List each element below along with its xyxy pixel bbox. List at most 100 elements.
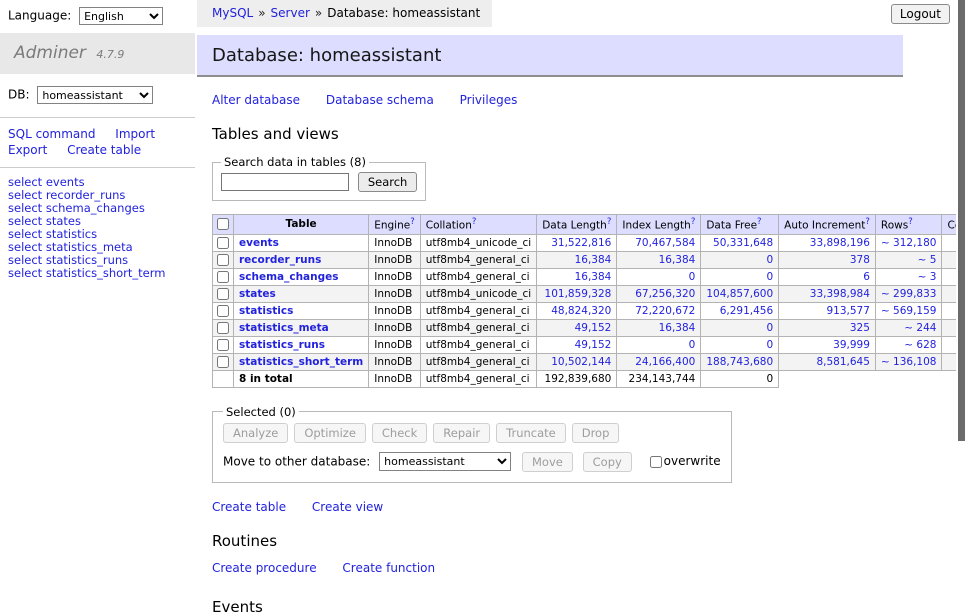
data-free-link[interactable]: 104,857,600: [706, 288, 773, 300]
breadcrumb-mysql-link[interactable]: MySQL: [212, 6, 253, 20]
move-button[interactable]: Move: [522, 452, 573, 472]
row-checkbox[interactable]: [217, 339, 229, 351]
column-help-link[interactable]: ?: [472, 217, 477, 227]
index-length-link[interactable]: 24,166,400: [635, 356, 695, 368]
data-length-link[interactable]: 16,384: [575, 254, 612, 266]
data-free-link[interactable]: 0: [766, 339, 773, 351]
row-checkbox[interactable]: [217, 356, 229, 368]
sidebar-table-link[interactable]: select recorder_runs: [8, 188, 125, 202]
table-name-link[interactable]: statistics_runs: [239, 339, 325, 351]
search-button[interactable]: Search: [358, 172, 418, 192]
overwrite-checkbox[interactable]: [650, 456, 662, 468]
analyze-button[interactable]: Analyze: [223, 423, 288, 443]
row-checkbox[interactable]: [217, 271, 229, 283]
rows-link[interactable]: ~ 312,180: [881, 237, 937, 249]
table-name-link[interactable]: statistics: [239, 305, 293, 317]
data-length-link[interactable]: 101,859,328: [545, 288, 612, 300]
auto-increment-link[interactable]: 6: [863, 271, 870, 283]
rows-link[interactable]: ~ 136,108: [881, 356, 937, 368]
sidebar-table-link[interactable]: select statistics: [8, 227, 97, 241]
rows-link[interactable]: ~ 628: [904, 339, 936, 351]
check-button[interactable]: Check: [372, 423, 427, 443]
rows-link[interactable]: ~ 5: [918, 254, 937, 266]
data-length-link[interactable]: 49,152: [575, 322, 612, 334]
column-help-link[interactable]: ?: [410, 217, 415, 227]
create-table-link[interactable]: Create table: [212, 500, 286, 514]
data-length-link[interactable]: 16,384: [575, 271, 612, 283]
column-help-link[interactable]: ?: [865, 217, 870, 227]
data-length-link[interactable]: 48,824,320: [551, 305, 611, 317]
sidebar-table-link[interactable]: select schema_changes: [8, 201, 145, 215]
column-help-link[interactable]: ?: [908, 217, 913, 227]
data-length-link[interactable]: 31,522,816: [551, 237, 611, 249]
auto-increment-link[interactable]: 913,577: [827, 305, 870, 317]
select-all-checkbox[interactable]: [217, 218, 229, 230]
create-view-link[interactable]: Create view: [312, 500, 383, 514]
table-name-link[interactable]: statistics_short_term: [239, 356, 363, 368]
rows-link[interactable]: ~ 569,159: [881, 305, 937, 317]
sidebar-table-link[interactable]: select events: [8, 175, 85, 189]
sidebar-table-link[interactable]: select statistics_runs: [8, 253, 128, 267]
privileges-link[interactable]: Privileges: [460, 93, 518, 107]
data-free-link[interactable]: 50,331,648: [713, 237, 773, 249]
data-length-link[interactable]: 10,502,144: [551, 356, 611, 368]
data-length-link[interactable]: 49,152: [575, 339, 612, 351]
auto-increment-link[interactable]: 378: [850, 254, 870, 266]
sidebar-link-create-table[interactable]: Create table: [67, 142, 141, 158]
copy-button[interactable]: Copy: [583, 452, 632, 472]
row-checkbox[interactable]: [217, 288, 229, 300]
row-checkbox[interactable]: [217, 322, 229, 334]
index-length-link[interactable]: 67,256,320: [635, 288, 695, 300]
index-length-link[interactable]: 0: [689, 339, 696, 351]
index-length-link[interactable]: 16,384: [659, 254, 696, 266]
data-free-link[interactable]: 6,291,456: [720, 305, 773, 317]
row-checkbox[interactable]: [217, 305, 229, 317]
language-select[interactable]: English: [79, 7, 163, 25]
create-function-link[interactable]: Create function: [342, 561, 435, 575]
data-free-link[interactable]: 0: [766, 254, 773, 266]
row-checkbox[interactable]: [217, 237, 229, 249]
database-schema-link[interactable]: Database schema: [326, 93, 434, 107]
data-free-link[interactable]: 188,743,680: [706, 356, 773, 368]
rows-link[interactable]: ~ 244: [904, 322, 936, 334]
auto-increment-link[interactable]: 325: [850, 322, 870, 334]
alter-database-link[interactable]: Alter database: [212, 93, 300, 107]
sidebar-link-sql-command[interactable]: SQL command: [8, 126, 95, 142]
breadcrumb-server-link[interactable]: Server: [271, 6, 310, 20]
index-length-link[interactable]: 16,384: [659, 322, 696, 334]
table-name-link[interactable]: states: [239, 288, 276, 300]
index-length-link[interactable]: 72,220,672: [635, 305, 695, 317]
rows-link[interactable]: ~ 299,833: [881, 288, 937, 300]
truncate-button[interactable]: Truncate: [496, 423, 566, 443]
index-length-link[interactable]: 70,467,584: [635, 237, 695, 249]
auto-increment-link[interactable]: 8,581,645: [816, 356, 869, 368]
optimize-button[interactable]: Optimize: [294, 423, 366, 443]
sidebar-link-import[interactable]: Import: [115, 126, 155, 142]
column-help-link[interactable]: ?: [757, 217, 762, 227]
sidebar-table-link[interactable]: select states: [8, 214, 81, 228]
auto-increment-link[interactable]: 33,898,196: [810, 237, 870, 249]
column-help-link[interactable]: ?: [607, 217, 612, 227]
column-help-link[interactable]: ?: [691, 217, 696, 227]
auto-increment-link[interactable]: 33,398,984: [810, 288, 870, 300]
auto-increment-link[interactable]: 39,999: [833, 339, 870, 351]
create-procedure-link[interactable]: Create procedure: [212, 561, 317, 575]
drop-button[interactable]: Drop: [572, 423, 620, 443]
data-free-link[interactable]: 0: [766, 322, 773, 334]
table-name-link[interactable]: recorder_runs: [239, 254, 321, 266]
data-free-link[interactable]: 0: [766, 271, 773, 283]
table-name-link[interactable]: schema_changes: [239, 271, 339, 283]
db-select[interactable]: homeassistant: [37, 86, 153, 104]
move-database-select[interactable]: homeassistant: [379, 452, 511, 471]
sidebar-table-link[interactable]: select statistics_short_term: [8, 266, 165, 280]
rows-link[interactable]: ~ 3: [918, 271, 937, 283]
table-name-link[interactable]: events: [239, 237, 279, 249]
index-length-link[interactable]: 0: [689, 271, 696, 283]
search-input[interactable]: [221, 173, 349, 191]
table-name-link[interactable]: statistics_meta: [239, 322, 329, 334]
repair-button[interactable]: Repair: [433, 423, 490, 443]
sidebar-table-link[interactable]: select statistics_meta: [8, 240, 133, 254]
sidebar-link-export[interactable]: Export: [8, 142, 47, 158]
row-checkbox[interactable]: [217, 254, 229, 266]
logout-button[interactable]: Logout: [891, 4, 950, 24]
